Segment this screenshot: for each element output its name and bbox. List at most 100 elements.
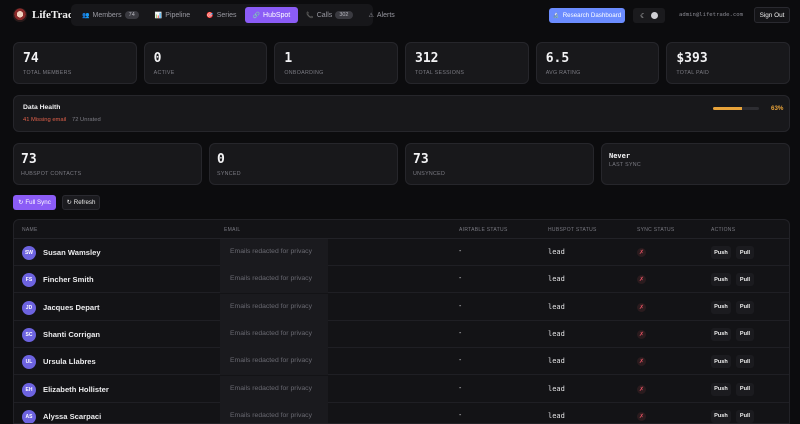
column-header-hubspot-status: HubSpot Status xyxy=(548,227,597,233)
hubspot-status: lead xyxy=(548,248,565,256)
nav-item-alerts[interactable]: ⚠ Alerts xyxy=(361,7,403,23)
pull-button[interactable]: Pull xyxy=(736,273,754,287)
column-header-email: Email xyxy=(224,227,241,233)
sign-out-button[interactable]: Sign Out xyxy=(754,7,790,23)
members-icon: 👥 xyxy=(82,12,90,19)
stat-value: 0 xyxy=(217,152,225,167)
table-row[interactable]: EH Elizabeth Hollister Emails redacted for… xyxy=(14,375,789,403)
hubspot-stats: 73 HubSpot Contacts 0 Synced 73 Unsynced… xyxy=(13,143,790,185)
push-button[interactable]: Push xyxy=(711,409,731,423)
hubspot-status: lead xyxy=(548,411,565,420)
avatar: UL xyxy=(22,355,36,370)
main-nav: 👥 Members 74 📊 Pipeline 🎯 Series 🔗 HubSp… xyxy=(71,4,395,26)
stat-label: Total Members xyxy=(23,70,72,76)
series-icon: 🎯 xyxy=(206,12,214,19)
stat-label: Last Sync xyxy=(609,162,642,168)
airtable-status: - xyxy=(459,357,462,365)
full-sync-button[interactable]: ↻ Full Sync xyxy=(13,195,56,210)
push-button[interactable]: Push xyxy=(711,300,731,314)
table-row[interactable]: SW Susan Wamsley Emails redacted for priva… xyxy=(14,239,789,266)
nav-item-label: HubSpot xyxy=(263,11,291,19)
stat-card-last-sync: Never Last Sync xyxy=(601,143,790,185)
stat-value: 73 xyxy=(21,152,37,167)
hubspot-icon: 🔗 xyxy=(252,12,261,19)
data-health-progress-fill xyxy=(713,107,742,110)
hubspot-status: lead xyxy=(548,275,565,284)
table-row[interactable]: AS Alyssa Scarpaci Emails redacted for pri… xyxy=(14,402,789,423)
avatar: AS xyxy=(22,409,36,423)
nav-item-calls[interactable]: 📞 Calls 302 xyxy=(298,7,360,23)
nav-item-label: Members xyxy=(92,11,122,19)
table-row[interactable]: UL Ursula Llabres Emails redacted for priv… xyxy=(14,348,789,376)
stat-card-synced: 0 Synced xyxy=(209,143,398,185)
refresh-icon: ↻ xyxy=(66,199,72,206)
pull-button[interactable]: Pull xyxy=(736,300,754,314)
full-sync-label: Full Sync xyxy=(25,199,51,206)
table-row[interactable]: FS Fincher Smith Emails redacted for priva… xyxy=(14,266,789,294)
airtable-status: - xyxy=(459,302,462,310)
contact-email: Emails redacted for privacy xyxy=(230,411,312,419)
stat-value: 1 xyxy=(284,51,293,66)
pull-button[interactable]: Pull xyxy=(736,327,754,341)
push-button[interactable]: Push xyxy=(711,327,731,341)
nav-item-label: Calls xyxy=(316,11,333,19)
unrated-count: 72 Unrated xyxy=(72,117,101,123)
contact-email: Emails redacted for privacy xyxy=(230,302,312,310)
nav-item-series[interactable]: 🎯 Series xyxy=(198,7,244,23)
airtable-status: - xyxy=(459,329,462,337)
nav-item-label: Series xyxy=(216,11,237,19)
push-button[interactable]: Push xyxy=(711,273,731,287)
not-synced-icon: ✗ xyxy=(637,302,646,312)
member-stats: 74 Total Members 0 Active 1 Onboarding 3… xyxy=(13,42,791,84)
nav-item-hubspot[interactable]: 🔗 HubSpot xyxy=(244,7,299,23)
stat-label: Onboarding xyxy=(284,70,324,76)
stat-card-total-members: 74 Total Members xyxy=(13,42,137,84)
not-synced-icon: ✗ xyxy=(637,357,646,367)
nav-item-members[interactable]: 👥 Members 74 xyxy=(74,7,147,23)
avatar: JD xyxy=(22,300,36,315)
research-dashboard-button[interactable]: 🔬 Research Dashboard xyxy=(549,8,625,23)
moon-icon: ☾ xyxy=(640,12,647,20)
contact-email: Emails redacted for privacy xyxy=(230,248,312,255)
contact-name: Susan Wamsley xyxy=(43,248,101,257)
push-button[interactable]: Push xyxy=(711,246,731,259)
push-button[interactable]: Push xyxy=(711,382,731,396)
contact-name: Ursula Llabres xyxy=(43,357,96,367)
table-row[interactable]: SC Shanti Corrigan Emails redacted for pri… xyxy=(14,320,789,348)
stat-label: Total Paid xyxy=(676,70,710,76)
stat-card-onboarding: 1 Onboarding xyxy=(274,42,399,84)
contact-email: Emails redacted for privacy xyxy=(230,275,312,283)
contact-name: Elizabeth Hollister xyxy=(43,384,109,394)
pull-button[interactable]: Pull xyxy=(736,355,754,369)
stat-card-total-paid: $393 Total Paid xyxy=(666,42,791,84)
column-header-sync-status: Sync Status xyxy=(637,227,675,233)
data-health-progress-bar xyxy=(713,107,759,110)
contact-name: Jacques Depart xyxy=(43,302,100,312)
brand-logo[interactable]: LifeTrade xyxy=(13,8,79,22)
column-header-name: Name xyxy=(22,227,38,233)
contact-email: Emails redacted for privacy xyxy=(230,329,312,337)
pull-button[interactable]: Pull xyxy=(736,382,754,396)
microscope-icon: 🔬 xyxy=(552,12,560,19)
table-header: Name Email Airtable Status HubSpot Statu… xyxy=(14,220,789,239)
research-dashboard-label: Research Dashboard xyxy=(562,12,622,19)
pull-button[interactable]: Pull xyxy=(736,246,754,259)
push-button[interactable]: Push xyxy=(711,355,731,369)
nav-item-label: Pipeline xyxy=(165,11,191,19)
stat-label: HubSpot Contacts xyxy=(21,171,82,177)
table-row[interactable]: JD Jacques Depart Emails redacted for priv… xyxy=(14,293,789,321)
sync-icon: ↻ xyxy=(18,199,24,206)
members-count-badge: 74 xyxy=(124,11,139,19)
stat-value: 73 xyxy=(413,152,429,167)
refresh-button[interactable]: ↻ Refresh xyxy=(62,195,100,210)
stat-card-total-sessions: 312 Total Sessions xyxy=(405,42,529,84)
pull-button[interactable]: Pull xyxy=(736,409,754,423)
user-email: admin@lifetrade.com xyxy=(679,12,743,18)
not-synced-icon: ✗ xyxy=(637,275,646,285)
theme-toggle[interactable]: ☾ xyxy=(633,8,665,23)
pipeline-icon: 📊 xyxy=(154,12,163,19)
nav-item-pipeline[interactable]: 📊 Pipeline xyxy=(147,7,198,23)
airtable-status: - xyxy=(459,384,462,392)
airtable-status: - xyxy=(459,411,462,419)
avatar: SC xyxy=(22,327,36,342)
